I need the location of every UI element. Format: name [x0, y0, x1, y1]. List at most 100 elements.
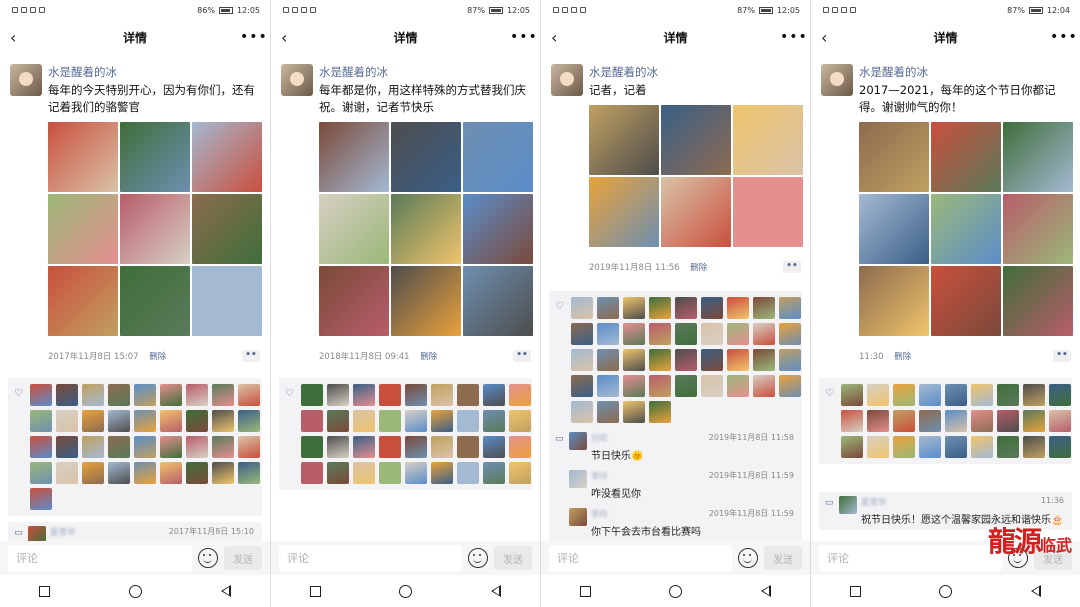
liker-avatar[interactable] [675, 349, 697, 371]
liker-avatar[interactable] [379, 410, 401, 432]
comment-input[interactable]: 评论 [819, 545, 1002, 571]
liker-avatar[interactable] [675, 375, 697, 397]
post-photo[interactable] [589, 105, 659, 175]
liker-avatar[interactable] [186, 462, 208, 484]
liker-avatar[interactable] [841, 410, 863, 432]
comment-item[interactable]: ▭ 刘欢 2019年11月8日 11:58 节日快乐🌞 [549, 428, 802, 466]
liker-avatar[interactable] [971, 384, 993, 406]
liker-avatar[interactable] [971, 410, 993, 432]
post-photo[interactable] [120, 194, 190, 264]
post-photo[interactable] [931, 266, 1001, 336]
liker-avatar[interactable] [134, 462, 156, 484]
liker-avatar[interactable] [571, 349, 593, 371]
more-icon[interactable]: ••• [240, 29, 267, 45]
liker-avatar[interactable] [160, 410, 182, 432]
post-photo[interactable] [931, 194, 1001, 264]
liker-avatar[interactable] [753, 323, 775, 345]
post-photo[interactable] [733, 177, 803, 247]
liker-avatar[interactable] [675, 297, 697, 319]
liker-avatar[interactable] [82, 384, 104, 406]
post-photo[interactable] [931, 122, 1001, 192]
post-photo[interactable] [463, 122, 533, 192]
liker-avatar[interactable] [30, 384, 52, 406]
poster-avatar[interactable] [551, 64, 583, 96]
more-icon[interactable]: ••• [510, 29, 537, 45]
liker-avatar[interactable] [483, 410, 505, 432]
liker-avatar[interactable] [1023, 436, 1045, 458]
liker-avatar[interactable] [30, 410, 52, 432]
home-icon[interactable] [128, 584, 142, 598]
poster-name[interactable]: 水是醒着的冰 [48, 64, 262, 80]
post-photo[interactable] [1003, 122, 1073, 192]
liker-avatar[interactable] [353, 410, 375, 432]
liker-avatar[interactable] [753, 375, 775, 397]
liker-avatar[interactable] [649, 297, 671, 319]
post-photo[interactable] [48, 194, 118, 264]
liker-avatar[interactable] [238, 436, 260, 458]
liker-avatar[interactable] [727, 323, 749, 345]
liker-avatar[interactable] [597, 297, 619, 319]
delete-link[interactable]: 删除 [149, 352, 166, 362]
post-photo[interactable] [48, 266, 118, 336]
liker-avatar[interactable] [82, 462, 104, 484]
delete-link[interactable]: 删除 [420, 352, 437, 362]
liker-avatar[interactable] [186, 436, 208, 458]
liker-avatar[interactable] [82, 410, 104, 432]
liker-avatar[interactable] [779, 297, 801, 319]
liker-avatar[interactable] [509, 384, 531, 406]
commenter-avatar[interactable] [839, 496, 857, 514]
liker-avatar[interactable] [1049, 410, 1071, 432]
send-button[interactable]: 发送 [494, 546, 532, 570]
liker-avatar[interactable] [30, 436, 52, 458]
post-photo[interactable] [463, 266, 533, 336]
send-button[interactable]: 发送 [224, 546, 262, 570]
liker-avatar[interactable] [483, 436, 505, 458]
liker-avatar[interactable] [457, 462, 479, 484]
liker-avatar[interactable] [483, 462, 505, 484]
back-triangle-icon[interactable] [220, 585, 231, 597]
liker-avatar[interactable] [997, 436, 1019, 458]
back-triangle-icon[interactable] [1030, 585, 1041, 597]
liker-avatar[interactable] [867, 384, 889, 406]
liker-avatar[interactable] [431, 462, 453, 484]
liker-avatar[interactable] [509, 462, 531, 484]
liker-avatar[interactable] [30, 488, 52, 510]
post-photo[interactable] [48, 122, 118, 192]
liker-avatar[interactable] [56, 410, 78, 432]
commenter-avatar[interactable] [569, 470, 587, 488]
poster-name[interactable]: 水是醒着的冰 [319, 64, 533, 80]
post-photo[interactable] [859, 266, 929, 336]
liker-avatar[interactable] [301, 462, 323, 484]
liker-avatar[interactable] [623, 349, 645, 371]
back-triangle-icon[interactable] [760, 585, 771, 597]
poster-avatar[interactable] [10, 64, 42, 96]
like-comment-menu-button[interactable]: •• [513, 350, 531, 362]
liker-avatar[interactable] [56, 462, 78, 484]
liker-avatar[interactable] [186, 384, 208, 406]
liker-avatar[interactable] [893, 410, 915, 432]
home-icon[interactable] [669, 584, 683, 598]
liker-avatar[interactable] [108, 436, 130, 458]
liker-avatar[interactable] [971, 436, 993, 458]
liker-avatar[interactable] [919, 384, 941, 406]
recent-apps-icon[interactable] [850, 585, 862, 597]
emoji-icon[interactable] [198, 548, 218, 568]
comment-input[interactable]: 评论 [8, 545, 192, 571]
poster-avatar[interactable] [281, 64, 313, 96]
liker-avatar[interactable] [405, 462, 427, 484]
home-icon[interactable] [939, 584, 953, 598]
liker-avatar[interactable] [134, 410, 156, 432]
liker-avatar[interactable] [919, 410, 941, 432]
liker-avatar[interactable] [1049, 436, 1071, 458]
liker-avatar[interactable] [753, 297, 775, 319]
emoji-icon[interactable] [738, 548, 758, 568]
liker-avatar[interactable] [108, 410, 130, 432]
liker-avatar[interactable] [134, 436, 156, 458]
liker-avatar[interactable] [649, 323, 671, 345]
back-arrow-icon[interactable]: ‹ [281, 28, 301, 47]
post-photo[interactable] [859, 194, 929, 264]
liker-avatar[interactable] [867, 410, 889, 432]
liker-avatar[interactable] [509, 410, 531, 432]
post-photo[interactable] [192, 194, 262, 264]
liker-avatar[interactable] [893, 436, 915, 458]
